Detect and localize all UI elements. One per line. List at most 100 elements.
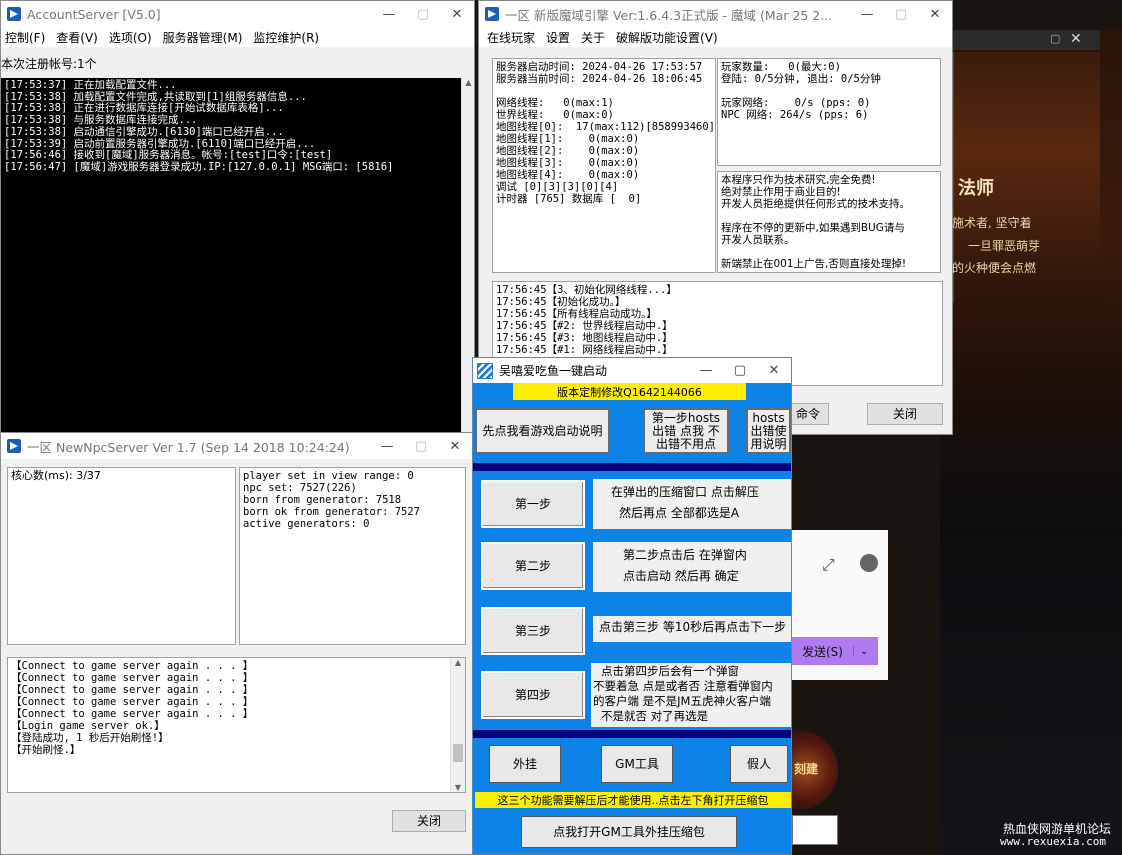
- log-line: 17:56:45【3、初始化网络线程...】: [496, 284, 677, 296]
- menu-crack-settings[interactable]: 破解版功能设置(V): [612, 29, 725, 46]
- engine-command-label: 命令: [795, 406, 820, 421]
- close-icon[interactable]: ✕: [438, 433, 472, 459]
- clock-icon[interactable]: [860, 554, 878, 572]
- stat-line: active generators: 0: [243, 518, 370, 530]
- desc-line: 的客户端 是不是JM五虎神火客户端: [593, 694, 771, 708]
- menu-view[interactable]: 查看(V): [52, 29, 105, 46]
- game-badge-text: 刻建: [794, 762, 819, 776]
- game-close-icon[interactable]: ✕: [1070, 31, 1082, 47]
- info-line: 调试 [0][3][3][0][4]: [496, 181, 619, 193]
- window-title: 一区 新版魔域引擎 Ver:1.6.4.3正式版 - 魔域 (Mar 25 2.…: [505, 7, 833, 23]
- launcher-banner: 版本定制修改Q1642144066: [513, 383, 746, 400]
- scroll-down-icon[interactable]: ▼: [451, 783, 465, 792]
- npc-server-titlebar[interactable]: 一区 NewNpcServer Ver 1.7 (Sep 14 2018 10:…: [1, 433, 472, 459]
- info-line: 地图线程[3]: 0(max:0): [496, 157, 640, 169]
- scroll-thumb[interactable]: [453, 744, 463, 762]
- close-icon[interactable]: ✕: [440, 1, 474, 27]
- bot-button[interactable]: 假人: [730, 745, 788, 783]
- open-zip-button[interactable]: 点我打开GM工具外挂压缩包: [521, 816, 737, 848]
- game-desc-line-2: 一旦罪恶萌芽: [968, 239, 1041, 253]
- app-icon: [7, 439, 21, 453]
- stat-line: player set in view range: 0: [243, 470, 414, 482]
- scroll-up-icon[interactable]: ▲: [451, 658, 465, 667]
- log-line: [17:53:38] 启动通信引擎成功.[6130]端口已经开启...: [4, 125, 284, 138]
- guide-button[interactable]: 先点我看游戏启动说明: [475, 408, 610, 454]
- account-log[interactable]: [17:53:37] 正在加载配置文件... [17:53:38] 加载配置文件完…: [1, 78, 461, 439]
- window-title: 一区 NewNpcServer Ver 1.7 (Sep 14 2018 10:…: [27, 439, 350, 455]
- desc-line: 点击第三步 等10秒后再点击下一步: [599, 620, 787, 634]
- step2-button[interactable]: 第二步: [481, 542, 585, 590]
- minimize-icon[interactable]: —: [372, 1, 406, 27]
- menu-server-manage[interactable]: 服务器管理(M): [159, 29, 250, 46]
- info-line: 地图线程[4]: 0(max:0): [496, 169, 640, 181]
- maximize-icon[interactable]: ▢: [723, 358, 757, 383]
- notice-line: 绝对禁止作用于商业目的!: [721, 186, 841, 198]
- step4-button[interactable]: 第四步: [481, 671, 585, 719]
- send-button[interactable]: 发送(S) ⌄: [792, 637, 878, 665]
- hosts-help-button[interactable]: hosts出错使用说明: [746, 408, 791, 454]
- menu-options[interactable]: 选项(O): [105, 29, 159, 46]
- npc-stats-panel: player set in view range: 0 npc set: 7527…: [239, 467, 466, 645]
- account-server-window: AccountServer [V5.0] — ▢ ✕ 控制(F) 查看(V) 选…: [0, 0, 475, 440]
- info-line: 网络线程: 0(max:1): [496, 97, 614, 109]
- maximize-icon[interactable]: ▢: [404, 433, 438, 459]
- info-line: NPC 网络: 264/s (pps: 6): [721, 109, 869, 121]
- maximize-icon[interactable]: ▢: [884, 1, 918, 27]
- desc-line: 在弹出的压缩窗口 点击解压: [611, 485, 759, 499]
- scroll-up-icon[interactable]: ▲: [462, 78, 474, 87]
- desc-line: 不要着急 点是或者否 注意看弹窗内: [593, 679, 773, 693]
- log-line: 17:56:45【#1: 网络线程启动中.】: [496, 344, 673, 356]
- notice-line: 本程序只作为技术研究,完全免费!: [721, 174, 876, 186]
- notice-line: [721, 246, 937, 258]
- info-line: 服务器当前时间: 2024-04-26 18:06:45: [496, 73, 703, 85]
- gm-tool-button[interactable]: GM工具: [601, 745, 673, 783]
- send-label: 发送(S): [802, 644, 843, 659]
- engine-titlebar[interactable]: 一区 新版魔域引擎 Ver:1.6.4.3正式版 - 魔域 (Mar 25 2.…: [479, 1, 952, 27]
- separator-bar-bottom: [473, 730, 791, 738]
- menu-control[interactable]: 控制(F): [1, 29, 52, 46]
- notice-line: 开发人员拒绝提供任何形式的技术支持。: [721, 198, 910, 210]
- engine-close-button[interactable]: 关闭: [867, 403, 943, 425]
- minimize-icon[interactable]: —: [689, 358, 723, 383]
- menu-online-players[interactable]: 在线玩家: [479, 29, 542, 46]
- menu-monitor[interactable]: 监控维护(R): [249, 29, 326, 46]
- menu-settings[interactable]: 设置: [542, 29, 577, 46]
- stat-line: npc set: 7527(226): [243, 482, 357, 494]
- info-line: 服务器启动时间: 2024-04-26 17:53:57: [496, 61, 703, 73]
- game-maximize-icon[interactable]: ▢: [1050, 32, 1060, 45]
- menu-about[interactable]: 关于: [577, 29, 612, 46]
- stat-line: born from generator: 7518: [243, 494, 402, 506]
- game-input-box[interactable]: [792, 815, 838, 845]
- engine-menubar: 在线玩家 设置 关于 破解版功能设置(V): [479, 27, 952, 47]
- watermark-url: www.rexuexia.com: [1000, 835, 1106, 848]
- account-server-titlebar[interactable]: AccountServer [V5.0] — ▢ ✕: [1, 1, 474, 27]
- window-title: 吴嘻爱吃鱼一键启动: [499, 364, 608, 378]
- cheat-tool-button[interactable]: 外挂: [489, 745, 561, 783]
- expand-icon[interactable]: ⤢: [822, 555, 835, 575]
- warning-text: 这三个功能需要解压后才能使用..点击左下角打开压缩包: [497, 794, 769, 807]
- send-dropdown-icon[interactable]: ⌄: [852, 645, 868, 657]
- launcher-window: 吴嘻爱吃鱼一键启动 — ▢ ✕ 版本定制修改Q1642144066 先点我看游戏…: [472, 357, 792, 855]
- step1-button[interactable]: 第一步: [481, 480, 585, 528]
- step3-button[interactable]: 第三步: [481, 607, 585, 655]
- npc-close-button[interactable]: 关闭: [392, 810, 466, 832]
- info-line: [496, 85, 712, 97]
- notice-line: 开发人员联系。: [721, 234, 795, 246]
- notice-line: 新端禁止在001上广告,否则直接处理掉!: [721, 258, 907, 270]
- npc-log-scrollbar[interactable]: ▲ ▼: [450, 658, 465, 792]
- minimize-icon[interactable]: —: [850, 1, 884, 27]
- log-line: 17:56:45【初始化成功。】: [496, 296, 626, 308]
- info-line: 地图线程[1]: 0(max:0): [496, 133, 640, 145]
- log-line: [17:56:47] [魔域]游戏服务器登录成功.IP:[127.0.0.1] …: [4, 160, 394, 173]
- hosts-fix-button[interactable]: 第一步hosts出错 点我 不出错不用点: [643, 408, 729, 454]
- close-icon[interactable]: ✕: [757, 358, 791, 383]
- step4-desc: 点击第四步后会有一个弹窗 不要着急 点是或者否 注意看弹窗内 的客户端 是不是J…: [591, 663, 791, 727]
- minimize-icon[interactable]: —: [370, 433, 404, 459]
- close-icon[interactable]: ✕: [918, 1, 952, 27]
- npc-log-panel[interactable]: 【Connect to game server again . . . 】【Co…: [7, 657, 466, 793]
- launcher-titlebar[interactable]: 吴嘻爱吃鱼一键启动 — ▢ ✕: [473, 358, 791, 383]
- maximize-icon[interactable]: ▢: [406, 1, 440, 27]
- notice-line: [721, 210, 937, 222]
- log-line: 【Connect to game server again . . . 】: [11, 708, 254, 720]
- desc-line: 第二步点击后 在弹窗内: [623, 548, 747, 562]
